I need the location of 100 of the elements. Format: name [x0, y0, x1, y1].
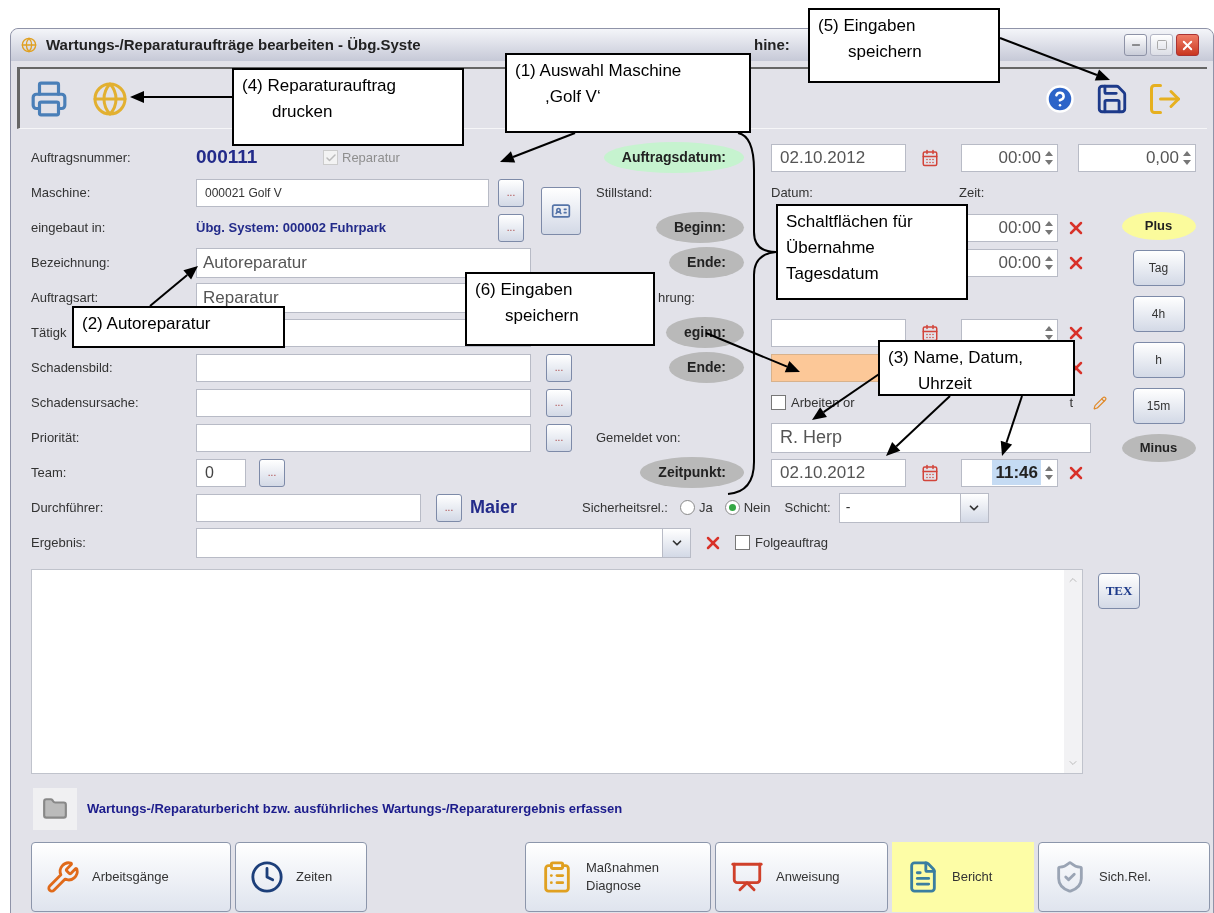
time-field[interactable]: 11:46 [961, 458, 1058, 487]
date-field[interactable] [771, 318, 906, 347]
date-button[interactable]: Ende: [669, 247, 744, 278]
pencil-icon[interactable] [1093, 395, 1107, 410]
system-link[interactable]: Übg. System: 000002 Fuhrpark [196, 217, 489, 238]
time-value: 00:00 [998, 216, 1041, 239]
close-button[interactable] [1176, 34, 1199, 56]
callout-tooltip: (4) Reparaturauftrag drucken [232, 68, 464, 146]
column-label: Zeit: [959, 183, 985, 202]
field-label: Maschine: [31, 183, 91, 202]
tab-button[interactable]: Sich.Rel. [1038, 842, 1210, 912]
step-button[interactable]: h [1132, 342, 1185, 378]
lookup-button[interactable]: ... [498, 178, 524, 207]
checkbox[interactable] [771, 395, 786, 410]
callout-arrow [886, 395, 951, 456]
input-field[interactable]: Autoreparatur [196, 247, 531, 278]
maximize-icon [1155, 39, 1168, 51]
time-value: 11:46 [992, 459, 1041, 486]
date-button[interactable]: Zeitpunkt: [640, 457, 744, 488]
step-button[interactable]: 15m [1132, 388, 1185, 424]
shift-dropdown[interactable]: - [838, 492, 989, 523]
help-icon[interactable] [1045, 83, 1075, 114]
calendar-icon[interactable] [921, 323, 939, 342]
callout-tooltip: (6) Eingaben speichern [465, 272, 655, 346]
callout-tooltip: (2) Autoreparatur [72, 306, 285, 348]
result-dropdown[interactable] [196, 527, 691, 558]
lookup-button[interactable]: ... [546, 388, 572, 417]
wrench-icon [46, 860, 80, 894]
tab-button[interactable]: Anweisung [715, 842, 888, 912]
step-button[interactable]: Tag [1132, 250, 1185, 286]
checkbox-label: t [1069, 393, 1073, 412]
reporter-field[interactable]: R. Herp [771, 422, 1091, 453]
field-label: Bezeichnung: [31, 253, 110, 272]
input-field[interactable] [196, 423, 531, 452]
date-button[interactable]: Ende: [669, 352, 744, 383]
callout-tooltip: (3) Name, Datum, Uhrzeit [878, 340, 1075, 396]
radio-label: Nein [743, 498, 771, 517]
date-button[interactable]: Beginn: [655, 212, 744, 243]
lookup-button[interactable]: ... [498, 213, 524, 242]
field-label: Sicherheitsrel.: [582, 498, 668, 517]
callout-tooltip: (5) Eingaben speichern [808, 8, 1000, 83]
section-label: Stillstand: [596, 183, 653, 202]
checkbox-label: Reparatur [342, 148, 400, 167]
lookup-button[interactable]: ... [546, 423, 572, 452]
input-field[interactable] [196, 493, 421, 522]
date-button[interactable]: eginn: [666, 317, 744, 348]
followup-checkbox[interactable] [735, 535, 750, 550]
date-field[interactable]: 02.10.2012 [771, 143, 906, 172]
field-label: Ergebnis: [31, 533, 86, 552]
step-button[interactable]: 4h [1132, 296, 1185, 332]
field-label: Durchführer: [31, 498, 104, 517]
machine-card-button[interactable] [541, 186, 581, 235]
folder-icon [42, 796, 68, 822]
tex-button[interactable]: TEX [1098, 573, 1140, 609]
section-label: Gemeldet von: [596, 428, 681, 447]
window-title: hine: [754, 34, 790, 55]
step-button[interactable]: Plus [1121, 212, 1196, 240]
minimize-button[interactable] [1124, 34, 1147, 56]
folder-button[interactable] [33, 788, 77, 830]
lookup-button[interactable]: ... [546, 353, 572, 382]
printer-icon[interactable] [30, 79, 68, 118]
app-icon [21, 37, 37, 53]
performer-name: Maier [470, 496, 519, 519]
step-button[interactable]: Minus [1121, 434, 1196, 462]
time-field[interactable]: 00:00 [961, 143, 1058, 172]
time-value: 00:00 [998, 146, 1041, 169]
tab-button[interactable]: Maßnahmen Diagnose [525, 842, 711, 912]
radio-button[interactable] [724, 500, 740, 515]
field-label: Schadensbild: [31, 358, 113, 377]
input-field[interactable] [196, 388, 531, 417]
tab-button[interactable]: Arbeitsgänge [31, 842, 231, 912]
callout-arrow [1000, 395, 1023, 456]
report-hint: Wartungs-/Reparaturbericht bzw. ausführliches Wartungs-/Reparaturergebnis erfassen [87, 800, 623, 819]
board-icon [730, 860, 764, 894]
amount-field[interactable]: 0,00 [1078, 143, 1196, 172]
column-label: Datum: [771, 183, 814, 202]
radio-button[interactable] [680, 500, 695, 515]
field-label: Tätigk [31, 323, 67, 342]
lookup-button[interactable]: ... [259, 458, 285, 487]
tab-button[interactable]: Zeiten [235, 842, 367, 912]
repair-checkbox[interactable] [323, 150, 338, 165]
amount-value: 0,00 [1145, 146, 1179, 169]
input-field[interactable]: 000021 Golf V [196, 178, 489, 207]
input-field[interactable] [196, 353, 531, 382]
dropdown-value: - [844, 498, 852, 517]
team-field[interactable]: 0 [196, 458, 246, 487]
field-label: Team: [31, 463, 67, 482]
window-title: Wartungs-/Reparaturaufträge bearbeiten - Übg.Syste [46, 34, 422, 55]
field-label: Schadensursache: [31, 393, 139, 412]
order-number: 000111 [196, 145, 259, 170]
field-label: Auftragsart: [31, 288, 99, 307]
field-label: Auftragsnummer: [31, 148, 131, 167]
date-button[interactable]: Auftragsdatum: [603, 142, 744, 173]
callout-arrow [149, 266, 198, 307]
tab-button[interactable]: Bericht [892, 842, 1034, 912]
checkbox-label: Folgeauftrag [755, 533, 828, 552]
lookup-button[interactable]: ... [436, 493, 462, 522]
checkbox-label: Arbeiten or [791, 393, 855, 412]
date-field[interactable]: 02.10.2012 [771, 458, 906, 487]
time-value: 00:00 [998, 251, 1041, 274]
